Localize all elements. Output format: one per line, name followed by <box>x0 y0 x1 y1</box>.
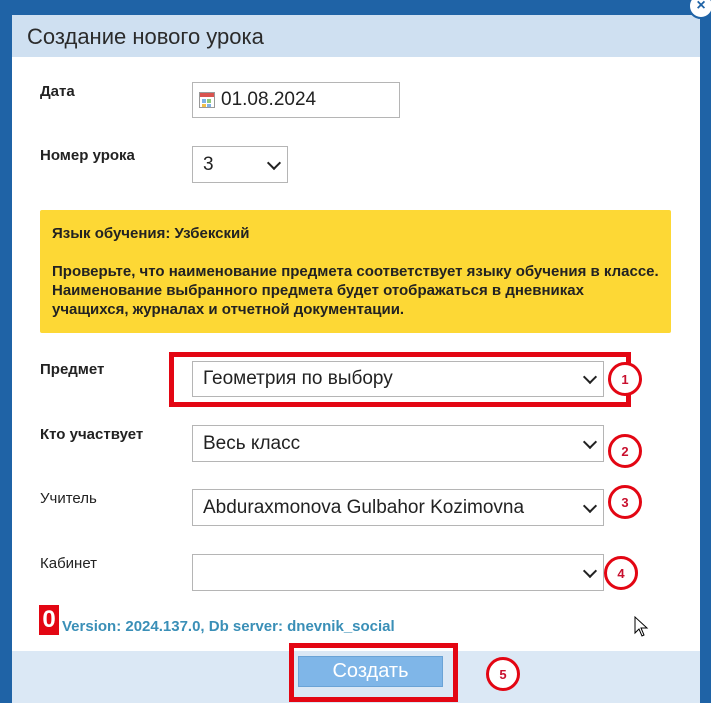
date-label: Дата <box>40 83 75 100</box>
notice-language: Язык обучения: Узбекский <box>52 225 250 242</box>
annotation-badge-5: 5 <box>486 657 520 691</box>
lesson-number-label: Номер урока <box>40 147 135 164</box>
teacher-value: Abduraxmonova Gulbahor Kozimovna <box>203 496 525 518</box>
mouse-cursor-icon <box>634 616 649 637</box>
annotation-badge-3: 3 <box>608 485 642 519</box>
lesson-number-select[interactable]: 3 <box>192 146 288 183</box>
participants-select[interactable]: Весь класс <box>192 425 604 462</box>
room-select[interactable] <box>192 554 604 591</box>
teacher-label: Учитель <box>40 490 97 507</box>
participants-value: Весь класс <box>203 432 301 454</box>
version-badge: 0 <box>39 605 59 635</box>
annotation-badge-1: 1 <box>608 362 642 396</box>
date-value: 01.08.2024 <box>221 89 317 110</box>
notice-warning: Проверьте, что наименование предмета соо… <box>52 263 659 318</box>
chevron-down-icon <box>582 563 598 578</box>
dialog-header: Создание нового урока <box>12 15 700 57</box>
subject-label: Предмет <box>40 361 105 378</box>
chevron-down-icon <box>582 498 598 513</box>
chevron-down-icon <box>582 434 598 449</box>
window-left-strip <box>0 0 12 703</box>
lesson-number-value: 3 <box>203 153 214 175</box>
room-label: Кабинет <box>40 555 98 572</box>
participants-label: Кто участвует <box>40 426 144 443</box>
window-top-strip <box>0 0 711 15</box>
highlight-box-create <box>289 643 458 702</box>
date-input[interactable]: 01.08.2024 <box>192 82 400 118</box>
close-icon: × <box>696 0 706 14</box>
calendar-icon[interactable] <box>199 92 215 108</box>
chevron-down-icon <box>266 155 282 170</box>
teacher-select[interactable]: Abduraxmonova Gulbahor Kozimovna <box>192 489 604 526</box>
highlight-box-subject <box>169 352 631 407</box>
language-notice: Язык обучения: Узбекский Проверьте, что … <box>40 210 671 333</box>
annotation-badge-2: 2 <box>608 434 642 468</box>
dialog-title: Создание нового урока <box>27 24 264 49</box>
version-info: Version: 2024.137.0, Db server: dnevnik_… <box>62 618 395 635</box>
annotation-badge-4: 4 <box>604 556 638 590</box>
